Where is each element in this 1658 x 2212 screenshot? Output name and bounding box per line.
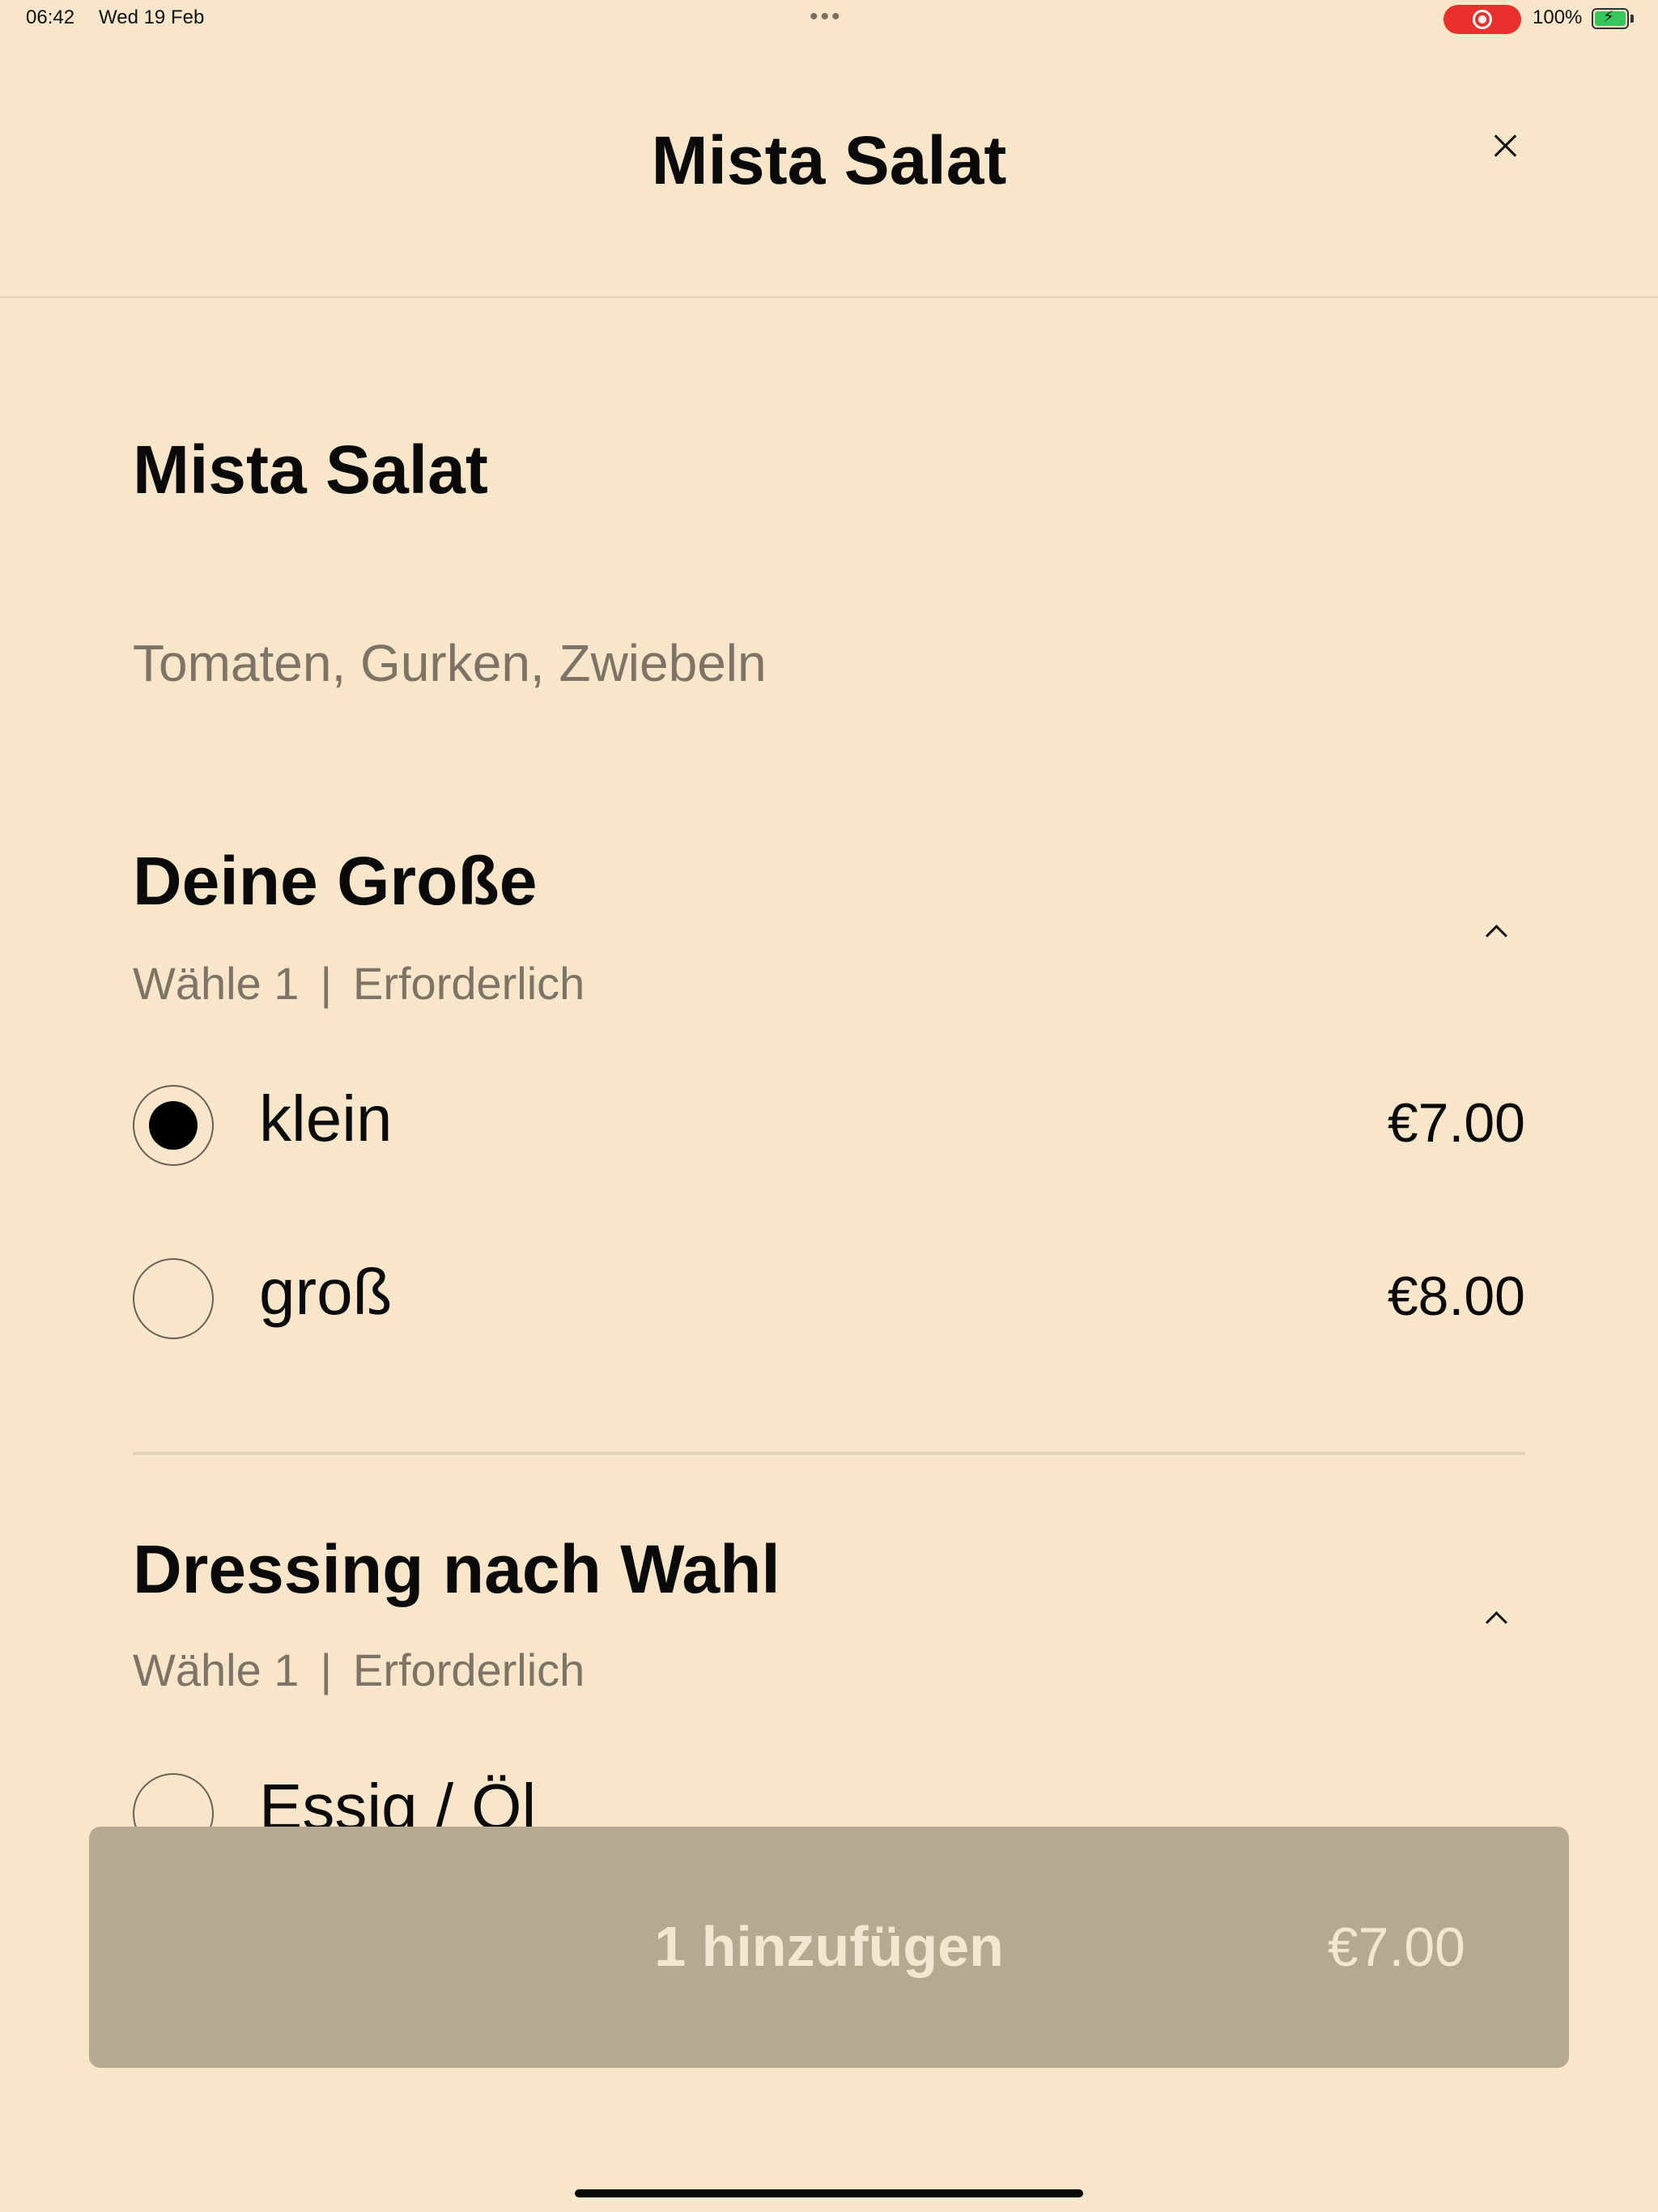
battery-tip [1630,15,1634,23]
header-divider [0,296,1658,298]
radio-button-selected[interactable] [133,1085,214,1166]
option-gross[interactable]: groß €8.00 [133,1255,1525,1344]
option-price: €7.00 [1387,1092,1525,1154]
radio-button[interactable] [133,1258,214,1339]
required-label: Erforderlich [352,958,585,1009]
status-time: 06:42 [26,6,75,28]
close-icon[interactable] [1490,130,1522,162]
meta-separator: | [320,1644,332,1695]
choose-label: Wähle 1 [133,1644,300,1695]
add-to-cart-button[interactable]: 1 hinzufügen €7.00 [89,1827,1569,2068]
group-meta-size: Wähle 1 | Erforderlich [133,957,585,1010]
battery-percent: 100% [1533,6,1583,28]
option-label: klein [259,1083,393,1155]
required-label: Erforderlich [352,1644,585,1695]
status-date: Wed 19 Feb [99,6,205,28]
option-klein[interactable]: klein €7.00 [133,1082,1525,1171]
add-button-price: €7.00 [1327,1916,1465,1978]
item-description: Tomaten, Gurken, Zwiebeln [133,634,767,692]
group-title-size: Deine Große [133,843,538,919]
group-title-dressing: Dressing nach Wahl [133,1531,780,1607]
multitasking-dots-icon[interactable]: ••• [810,5,843,29]
home-indicator[interactable] [575,2189,1083,2197]
option-price: €8.00 [1387,1266,1525,1327]
item-title: Mista Salat [133,432,488,508]
battery-icon [1592,6,1629,29]
section-divider [133,1452,1525,1455]
meta-separator: | [320,958,332,1009]
page-title: Mista Salat [651,122,1007,198]
chevron-up-icon[interactable] [1483,920,1507,944]
status-bar: 06:42 Wed 19 Feb ••• 100% [0,0,1658,39]
screen-recording-icon[interactable] [1443,5,1521,34]
group-meta-dressing: Wähle 1 | Erforderlich [133,1644,585,1696]
choose-label: Wähle 1 [133,958,300,1009]
chevron-up-icon[interactable] [1483,1606,1507,1631]
option-label: groß [259,1256,393,1328]
